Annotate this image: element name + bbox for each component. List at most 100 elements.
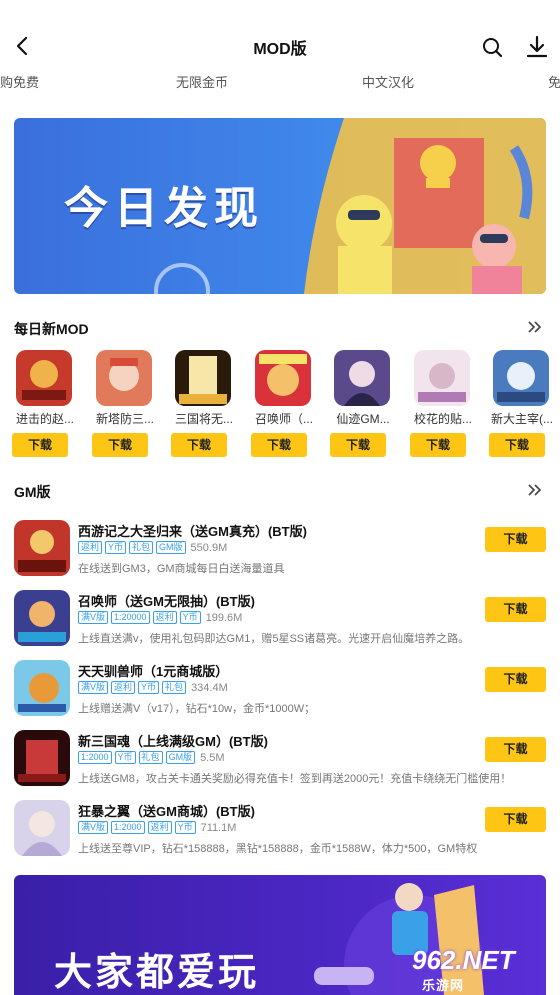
download-button[interactable]: 下载 [92,433,148,457]
file-size: 550.9M [190,541,228,554]
site-watermark: 962.NET 乐游网 [412,945,538,993]
download-manager-button[interactable] [523,33,551,61]
app-name: 校花的贴... [413,412,472,426]
game-icon [14,660,70,716]
app-icon [14,730,70,786]
double-chevron-right-icon [528,484,542,496]
list-item[interactable]: 校花的贴... 下载 [408,350,478,460]
app-name: 狂暴之翼（送GM商城）(BT版) [78,804,255,819]
tag-list: 满V版 1:20000 返利 Y币 199.6M [78,609,242,625]
daily-new-list: 进击的赵... 下载 新塔防三... 下载 三国将无... 下载 召唤师（...… [0,350,560,460]
tag: Y币 [105,541,127,555]
download-button[interactable]: 下载 [485,737,546,762]
list-item[interactable]: 三国将无... 下载 [169,350,239,460]
app-name: 三国将无... [174,412,233,426]
tag: Y币 [174,821,196,835]
tag: Y币 [179,611,201,625]
download-button[interactable]: 下载 [489,433,545,457]
game-icon [414,350,470,406]
tab-unlimited-coins[interactable]: 无限金币 [176,72,228,91]
game-icon [16,350,72,406]
tag-list: 满V版 1:2000 返利 Y币 711.1M [78,819,236,835]
tag: 1:2000 [78,751,112,765]
app-icon [334,350,390,406]
table-row[interactable]: 西游记之大圣归来（送GM真充）(BT版) 返利 Y币 礼包 GM版 550.9M 在线送… [0,515,560,585]
watermark-subtext: 乐游网 [422,978,465,993]
tag: Y币 [114,751,136,765]
tab-more[interactable]: 免 [548,72,560,91]
app-icon [96,350,152,406]
table-row[interactable]: 召唤师（送GM无限抽）(BT版) 满V版 1:20000 返利 Y币 199.6M 上线… [0,585,560,655]
tab-chinese-localized[interactable]: 中文汉化 [362,72,414,91]
page-title: MOD版 [253,41,307,58]
tag: 礼包 [129,541,154,555]
tag: Y币 [138,681,160,695]
tag: 礼包 [162,681,187,695]
promo-title: 大家都爱玩 [54,952,260,994]
search-button[interactable] [479,34,505,60]
tag: 1:20000 [111,611,150,625]
table-row[interactable]: 新三国魂（上线满级GM）(BT版) 1:2000 Y币 礼包 GM版 5.5M 上线送G… [0,725,560,795]
app-name: 召唤师（... [254,412,313,426]
hero-banner[interactable]: 今日发现 [14,118,546,294]
list-item[interactable]: 召唤师（... 下载 [249,350,319,460]
app-description: 上线送至尊VIP，钻石*158888，黑钻*158888，金币*1588W，体力… [78,843,478,855]
app-name: 天天驯兽师（1元商城版） [78,664,229,679]
game-icon [14,730,70,786]
list-item[interactable]: 仙迹GM... 下载 [328,350,398,460]
watermark-logo-text: 962.NET [412,945,515,975]
double-chevron-right-icon [528,321,542,333]
game-icon [175,350,231,406]
search-icon [483,38,503,58]
table-row[interactable]: 天天驯兽师（1元商城版） 满V版 返利 Y币 礼包 334.4M 上线赠送满V（v17）… [0,655,560,725]
game-icon [14,800,70,856]
tag: 返利 [147,821,172,835]
download-button[interactable]: 下载 [251,433,307,457]
tag: GM版 [156,541,186,555]
tag: GM版 [165,751,196,765]
app-icon [414,350,470,406]
tab-free-purchase[interactable]: 购免费 [0,72,39,91]
tag: 满V版 [78,821,109,835]
tag: 满V版 [78,611,109,625]
download-button[interactable]: 下载 [410,433,466,457]
list-item[interactable]: 进击的赵... 下载 [10,350,80,460]
app-name: 西游记之大圣归来（送GM真充）(BT版) [78,524,307,539]
app-description: 上线赠送满V（v17），钻石*10w，金币*1000W； [78,703,316,715]
list-item[interactable]: 新大主宰(... 下载 [487,350,557,460]
app-name: 新三国魂（上线满级GM）(BT版) [78,734,268,749]
list-item[interactable]: 新塔防三... 下载 [90,350,160,460]
tag: 返利 [111,681,136,695]
tag: 礼包 [138,751,163,765]
app-icon [493,350,549,406]
table-row[interactable]: 狂暴之翼（送GM商城）(BT版) 满V版 1:2000 返利 Y币 711.1M 上线送… [0,795,560,865]
hero-title: 今日发现 [64,184,264,233]
download-button[interactable]: 下载 [485,597,546,622]
game-icon [334,350,390,406]
game-icon [255,350,311,406]
game-icon [96,350,152,406]
daily-new-title: 每日新MOD [14,321,89,337]
app-name: 新塔防三... [95,412,154,426]
app-icon [14,590,70,646]
file-size: 5.5M [200,751,225,764]
gm-section-more-button[interactable] [526,481,544,499]
game-icon [14,520,70,576]
app-description: 上线送GM8，攻占关卡通关奖励必得充值卡！签到再送2000元！充值卡绕绕无门槛使… [78,773,512,785]
app-name: 进击的赵... [15,412,74,426]
tag-list: 返利 Y币 礼包 GM版 550.9M [78,539,227,555]
download-button[interactable]: 下载 [485,807,546,832]
app-icon [14,520,70,576]
download-button[interactable]: 下载 [485,527,546,552]
download-button[interactable]: 下载 [330,433,386,457]
game-icon [493,350,549,406]
promo-banner[interactable]: 大家都爱玩 962.NET 乐游网 [14,875,546,995]
app-description: 上线直送满v，使用礼包码即达GM1，赠5星SS诸葛亮。光速开启仙魔培养之路。 [78,633,470,645]
app-icon [175,350,231,406]
download-button[interactable]: 下载 [12,433,68,457]
download-button[interactable]: 下载 [171,433,227,457]
app-description: 在线送到GM3，GM商城每日白送海量道具 [78,563,285,575]
download-button[interactable]: 下载 [485,667,546,692]
app-name: 仙迹GM... [336,412,390,426]
daily-new-more-button[interactable] [526,318,544,336]
